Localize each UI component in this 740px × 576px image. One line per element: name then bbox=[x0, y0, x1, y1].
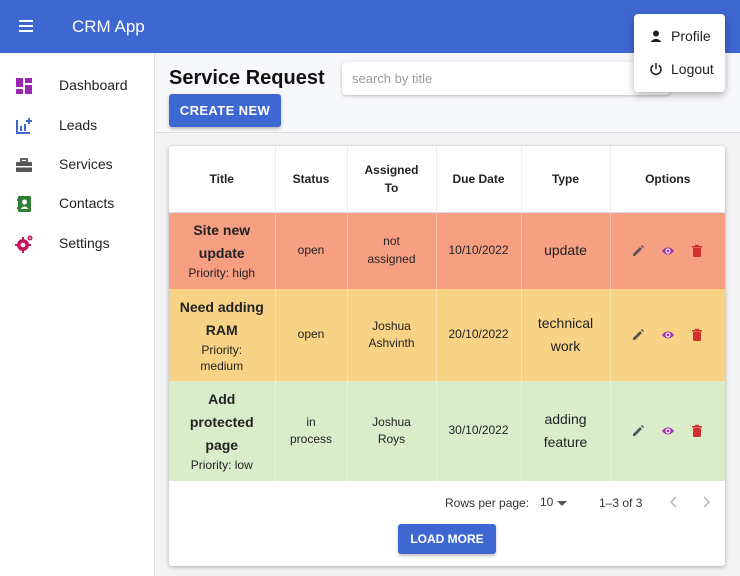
chevron-right-icon[interactable] bbox=[698, 494, 714, 510]
rows-per-page-select[interactable]: 10 bbox=[540, 495, 553, 509]
sidebar-item-contacts[interactable]: Contacts bbox=[0, 184, 155, 222]
type-cell: technical work bbox=[521, 289, 611, 381]
page-title: Service Request bbox=[169, 67, 325, 89]
pagination-range: 1–3 of 3 bbox=[599, 496, 643, 510]
assigned-name: Joshua Roys bbox=[372, 414, 411, 446]
sidebar-item-label: Services bbox=[59, 156, 113, 172]
assigned-cell: Joshua Roys bbox=[347, 381, 437, 481]
due-date-cell: 30/10/2022 bbox=[436, 381, 522, 481]
status-cell: open bbox=[275, 212, 348, 289]
power-icon bbox=[650, 63, 662, 76]
edit-icon[interactable] bbox=[631, 328, 645, 342]
search-input[interactable] bbox=[342, 62, 670, 95]
request-type: adding feature bbox=[543, 410, 588, 450]
due-date-cell: 10/10/2022 bbox=[436, 212, 522, 289]
sidebar-item-label: Settings bbox=[59, 235, 110, 251]
app-bar: CRM App bbox=[0, 0, 740, 53]
view-icon[interactable] bbox=[661, 424, 675, 438]
dashboard-icon bbox=[16, 78, 32, 94]
status-cell: open bbox=[275, 289, 348, 381]
table-row: Add protected page Priority: low in proce… bbox=[169, 381, 725, 481]
table-row: Need adding RAM Priority: medium open Jos… bbox=[169, 289, 725, 381]
type-cell: adding feature bbox=[521, 381, 611, 481]
view-icon[interactable] bbox=[661, 328, 675, 342]
sidebar-item-settings[interactable]: Settings bbox=[0, 224, 155, 262]
options-cell bbox=[610, 381, 725, 481]
person-icon bbox=[650, 30, 662, 42]
sidebar-item-label: Contacts bbox=[59, 195, 115, 211]
view-icon[interactable] bbox=[661, 244, 675, 258]
leads-chart-icon bbox=[16, 118, 32, 134]
menu-item-label: Profile bbox=[671, 28, 711, 44]
rows-per-page-label: Rows per page: bbox=[445, 496, 530, 510]
title-cell: Need adding RAM Priority: medium bbox=[169, 289, 276, 381]
app-title: CRM App bbox=[72, 17, 145, 36]
create-new-button[interactable]: CREATE NEW bbox=[169, 94, 281, 127]
menu-item-label: Logout bbox=[671, 61, 714, 77]
title-cell: Site new update Priority: high bbox=[169, 212, 276, 289]
request-priority: Priority: high bbox=[188, 266, 256, 281]
due-date-cell: 20/10/2022 bbox=[436, 289, 522, 381]
sidebar-item-dashboard[interactable]: Dashboard bbox=[0, 66, 155, 104]
assigned-to-header-label: Assigned To bbox=[364, 162, 419, 195]
menu-item-logout[interactable]: Logout bbox=[634, 53, 725, 85]
column-header-status[interactable]: Status bbox=[275, 146, 348, 213]
assigned-cell: not assigned bbox=[347, 212, 437, 289]
sidebar-item-label: Leads bbox=[59, 117, 98, 133]
column-header-assigned-to[interactable]: Assigned To bbox=[347, 146, 437, 213]
assigned-cell: Joshua Ashvinth bbox=[347, 289, 437, 381]
hamburger-menu-icon[interactable] bbox=[16, 17, 38, 35]
chevron-down-icon[interactable] bbox=[557, 501, 567, 506]
request-priority: Priority: low bbox=[190, 457, 253, 472]
options-cell bbox=[610, 289, 725, 381]
delete-icon[interactable] bbox=[690, 424, 704, 438]
menu-item-profile[interactable]: Profile bbox=[634, 20, 725, 52]
table-pagination: Rows per page: 10 1–3 of 3 bbox=[169, 482, 725, 522]
load-more-button[interactable]: LOAD MORE bbox=[398, 524, 496, 554]
assigned-name: Joshua Ashvinth bbox=[368, 318, 415, 350]
service-request-table-card: Title Status Assigned To Due Date Type O… bbox=[169, 146, 725, 566]
service-request-table: Title Status Assigned To Due Date Type O… bbox=[169, 146, 725, 481]
request-priority: Priority: medium bbox=[200, 342, 244, 374]
request-title: Site new update bbox=[193, 221, 251, 262]
briefcase-icon bbox=[16, 158, 32, 172]
delete-icon[interactable] bbox=[690, 244, 704, 258]
sidebar-item-label: Dashboard bbox=[59, 77, 128, 93]
chevron-left-icon[interactable] bbox=[666, 494, 682, 510]
type-cell: update bbox=[521, 212, 611, 289]
request-title: Need adding RAM bbox=[179, 298, 264, 338]
title-cell: Add protected page Priority: low bbox=[169, 381, 276, 481]
column-header-title[interactable]: Title bbox=[169, 146, 276, 213]
sidebar: Dashboard Leads Services Contacts Settin… bbox=[0, 53, 155, 576]
edit-icon[interactable] bbox=[631, 424, 645, 438]
contacts-icon bbox=[17, 196, 31, 212]
user-dropdown-menu: Profile Logout bbox=[634, 14, 725, 92]
settings-icon bbox=[15, 235, 33, 253]
column-header-type[interactable]: Type bbox=[521, 146, 611, 213]
options-cell bbox=[610, 212, 725, 289]
request-type: technical work bbox=[537, 314, 594, 354]
status-text: in process bbox=[289, 414, 333, 446]
table-header-row: Title Status Assigned To Due Date Type O… bbox=[169, 146, 725, 213]
delete-icon[interactable] bbox=[690, 328, 704, 342]
sidebar-item-services[interactable]: Services bbox=[0, 145, 155, 183]
column-header-due-date[interactable]: Due Date bbox=[436, 146, 522, 213]
table-row: Site new update Priority: high open not a… bbox=[169, 212, 725, 289]
sidebar-item-leads[interactable]: Leads bbox=[0, 106, 155, 144]
assigned-name: not assigned bbox=[367, 234, 416, 266]
status-cell: in process bbox=[275, 381, 348, 481]
request-title: Add protected page bbox=[189, 390, 254, 453]
edit-icon[interactable] bbox=[631, 244, 645, 258]
column-header-options: Options bbox=[610, 146, 725, 213]
main-content: Service Request CREATE NEW Title Status … bbox=[156, 53, 740, 576]
